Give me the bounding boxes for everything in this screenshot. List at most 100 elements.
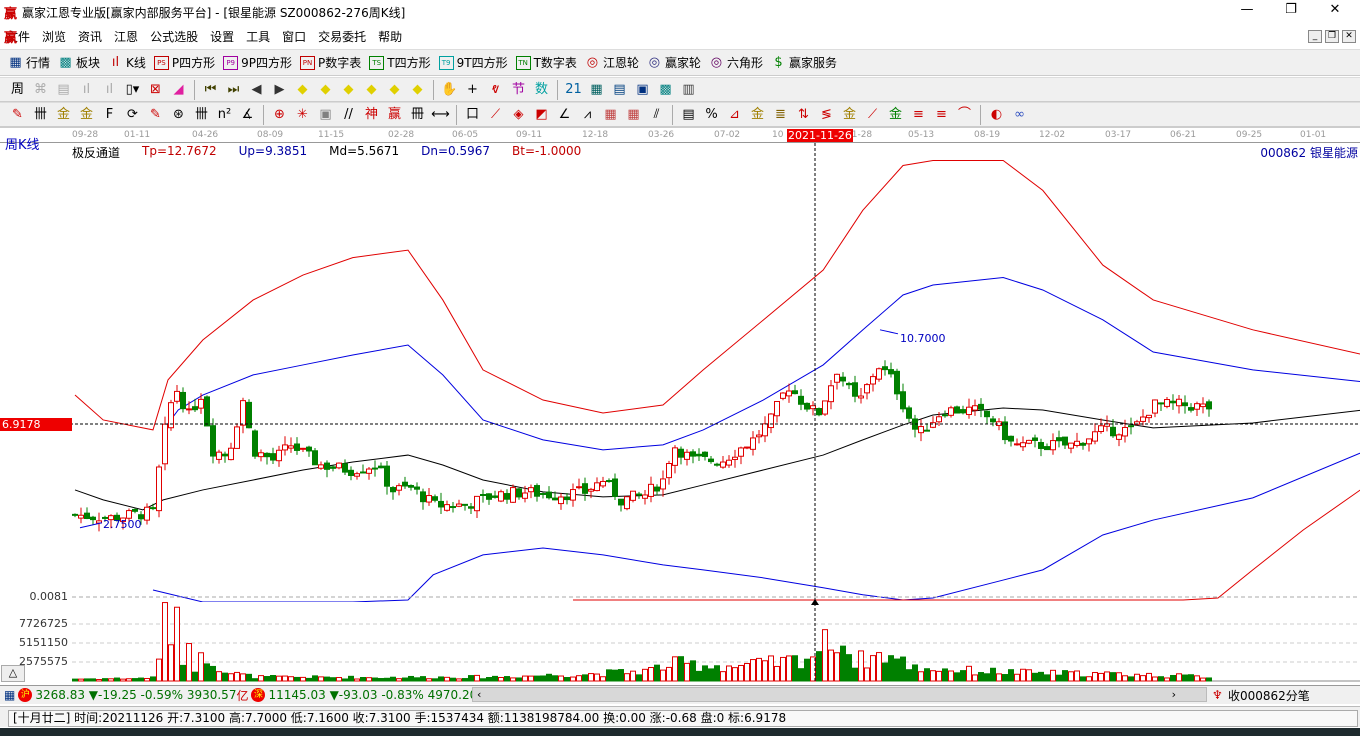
toolbar-button[interactable]: PN P数字表 xyxy=(300,54,361,71)
bars9-icon[interactable]: ıl xyxy=(100,80,119,99)
toolbar-button[interactable]: $ 赢家服务 xyxy=(771,54,837,71)
scroll-right-button[interactable]: › xyxy=(1172,688,1176,701)
toolbar-button[interactable]: P9 9P四方形 xyxy=(223,54,292,71)
horizontal-scrollbar[interactable]: ‹ › xyxy=(472,687,1207,702)
wave-icon[interactable]: ⱴ xyxy=(486,80,505,99)
diamond-all-icon[interactable]: ◆ xyxy=(408,80,427,99)
comb-icon[interactable]: 冊 xyxy=(408,105,427,124)
n2-icon[interactable]: n² xyxy=(215,105,234,124)
menu-item[interactable]: 浏览 xyxy=(36,28,72,45)
box-icon[interactable]: 口 xyxy=(463,105,482,124)
toolbar-button[interactable]: ◎ 赢家轮 xyxy=(647,54,701,71)
ratio-icon[interactable]: ≶ xyxy=(817,105,836,124)
toolbar-button[interactable]: ▩ 板块 xyxy=(58,54,100,71)
candle-type-icon[interactable]: ▯▾ xyxy=(123,80,142,99)
restore-button[interactable]: ❐ xyxy=(1276,2,1306,17)
fan2-icon[interactable]: ⟋ xyxy=(863,105,882,124)
gold4-icon[interactable]: 金 xyxy=(840,105,859,124)
grid-diag-icon[interactable]: ▦ xyxy=(624,105,643,124)
ying-icon[interactable]: 赢 xyxy=(385,105,404,124)
network-icon[interactable]: ▩ xyxy=(656,80,675,99)
grid-icon[interactable]: ▦ xyxy=(4,688,15,702)
table-icon[interactable]: ▤ xyxy=(679,105,698,124)
first-icon[interactable]: ⏮ xyxy=(201,80,220,99)
menu-item[interactable]: 窗口 xyxy=(276,28,312,45)
diamond-expand-icon[interactable]: ◆ xyxy=(339,80,358,99)
save-icon[interactable]: ▣ xyxy=(633,80,652,99)
menu-item[interactable]: 江恩 xyxy=(108,28,144,45)
mdi-restore-button[interactable]: ❐ xyxy=(1325,30,1339,43)
parallel-icon[interactable]: // xyxy=(339,105,358,124)
hash-icon[interactable]: 卌 xyxy=(31,105,50,124)
right-icon[interactable]: ▶ xyxy=(270,80,289,99)
gold-icon[interactable]: 金 xyxy=(54,105,73,124)
diamond-vert-icon[interactable]: ◆ xyxy=(385,80,404,99)
left-icon[interactable]: ◀ xyxy=(247,80,266,99)
fan-icon[interactable]: ⟋ xyxy=(486,105,505,124)
menu-item[interactable]: 工具 xyxy=(240,28,276,45)
gold3-icon[interactable]: 金 xyxy=(748,105,767,124)
menu-item[interactable]: 资讯 xyxy=(72,28,108,45)
toolbar-button[interactable]: T9 9T四方形 xyxy=(438,54,508,71)
gann-box-icon[interactable]: ◈ xyxy=(509,105,528,124)
last-icon[interactable]: ⏭ xyxy=(224,80,243,99)
fib-icon[interactable]: F xyxy=(100,105,119,124)
menu-item[interactable]: 帮助 xyxy=(372,28,408,45)
angle2-icon[interactable]: ∠ xyxy=(555,105,574,124)
toolbar-button[interactable]: ıl K线 xyxy=(108,54,146,71)
gold2-icon[interactable]: 金 xyxy=(77,105,96,124)
square-icon[interactable]: ▣ xyxy=(316,105,335,124)
channel-icon[interactable]: ⫽ xyxy=(647,105,666,124)
color-chart-icon[interactable]: ◢ xyxy=(169,80,188,99)
toolbar-button[interactable]: ◎ 江恩轮 xyxy=(585,54,639,71)
diamond-left-icon[interactable]: ◆ xyxy=(293,80,312,99)
gann-square-icon[interactable]: ◩ xyxy=(532,105,551,124)
section-icon[interactable]: 节 xyxy=(509,80,528,99)
pen-icon[interactable]: ✎ xyxy=(8,105,27,124)
toolbar-button[interactable]: TS T四方形 xyxy=(369,54,431,71)
minimize-button[interactable]: — xyxy=(1232,2,1262,17)
infinity-icon[interactable]: ∞ xyxy=(1010,105,1029,124)
lines-icon[interactable]: 卌 xyxy=(192,105,211,124)
calculator-icon[interactable]: ▦ xyxy=(587,80,606,99)
circle-grid-icon[interactable]: ⊛ xyxy=(169,105,188,124)
diamond-right-icon[interactable]: ◆ xyxy=(316,80,335,99)
shen-icon[interactable]: 神 xyxy=(362,105,381,124)
pen2-icon[interactable]: ✎ xyxy=(146,105,165,124)
grid-red-icon[interactable]: ▦ xyxy=(601,105,620,124)
mdi-minimize-button[interactable]: _ xyxy=(1308,30,1322,43)
calendar-icon[interactable]: 21 xyxy=(564,80,583,99)
spiral-icon[interactable]: ⟳ xyxy=(123,105,142,124)
target-line-icon[interactable]: ⊕ xyxy=(270,105,289,124)
level-icon[interactable]: ≣ xyxy=(771,105,790,124)
chart-type-icon[interactable]: ⊠ xyxy=(146,80,165,99)
period-select[interactable]: 周▾ xyxy=(8,80,27,116)
menu-item[interactable]: 设置 xyxy=(204,28,240,45)
gold5-icon[interactable]: 金 xyxy=(886,105,905,124)
notes-icon[interactable]: ▤ xyxy=(610,80,629,99)
diamond-shrink-icon[interactable]: ◆ xyxy=(362,80,381,99)
toolbar-button[interactable]: ◎ 六角形 xyxy=(709,54,763,71)
menu-item[interactable]: 公式选股 xyxy=(144,28,204,45)
line-red-icon[interactable]: ⊿ xyxy=(725,105,744,124)
toolbar-button[interactable]: TN T数字表 xyxy=(515,54,577,71)
scroll-left-button[interactable]: ‹ xyxy=(477,688,481,701)
pattern-icon[interactable]: ⌘ xyxy=(31,80,50,99)
steps-icon[interactable]: ≡ xyxy=(909,105,928,124)
toolbar-button[interactable]: PS P四方形 xyxy=(153,54,215,71)
crosshair-icon[interactable]: + xyxy=(463,80,482,99)
percent-icon[interactable]: % xyxy=(702,105,721,124)
angle-icon[interactable]: ∡ xyxy=(238,105,257,124)
menu-item[interactable]: 交易委托 xyxy=(312,28,372,45)
kline-chart[interactable] xyxy=(0,143,1360,685)
bars3-icon[interactable]: ıl xyxy=(77,80,96,99)
close-button[interactable]: ✕ xyxy=(1320,2,1350,17)
buy-sell-icon[interactable]: ⇅ xyxy=(794,105,813,124)
number-icon[interactable]: 数 xyxy=(532,80,551,99)
expand-button[interactable]: △ xyxy=(1,665,25,682)
arc-icon[interactable]: ⌒ xyxy=(955,105,974,124)
print-icon[interactable]: ▥ xyxy=(679,80,698,99)
mdi-close-button[interactable]: ✕ xyxy=(1342,30,1356,43)
zigzag-icon[interactable]: ⩘ xyxy=(578,105,597,124)
measure-icon[interactable]: ⟷ xyxy=(431,105,450,124)
